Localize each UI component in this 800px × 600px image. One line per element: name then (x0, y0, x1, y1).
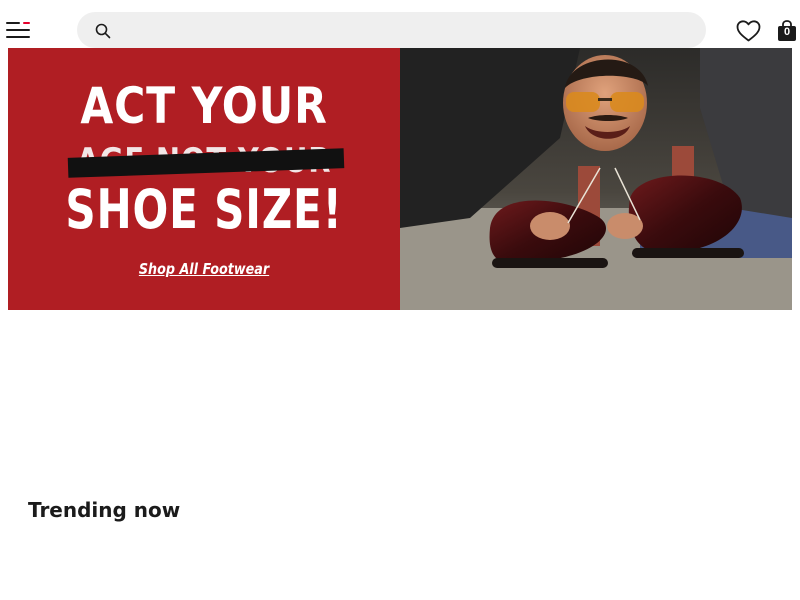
hero-banner[interactable]: ACT YOUR AGE NOT YOUR SHOE SIZE! Shop Al… (8, 48, 792, 310)
bag-button[interactable]: 0 (777, 20, 797, 42)
search-bar[interactable] (77, 12, 706, 50)
shop-all-footwear-link[interactable]: Shop All Footwear (37, 260, 370, 278)
hero-headline-line3: SHOE SIZE! (65, 178, 343, 241)
menu-line (6, 22, 20, 24)
menu-icon[interactable] (6, 18, 32, 42)
menu-line (6, 36, 30, 38)
menu-line (6, 29, 30, 31)
trending-now-heading: Trending now (28, 498, 181, 522)
menu-accent-dot (23, 22, 30, 24)
heart-icon[interactable] (736, 19, 761, 43)
cart-count-badge: 0 (783, 26, 791, 38)
hero-promo-panel: ACT YOUR AGE NOT YOUR SHOE SIZE! Shop Al… (8, 48, 400, 310)
hero-photo (400, 48, 792, 310)
search-input[interactable] (121, 12, 685, 50)
hero-photo-illustration (400, 48, 792, 310)
hero-headline-line1: ACT YOUR (80, 77, 328, 135)
search-icon[interactable] (95, 23, 111, 39)
site-header: 0 (0, 0, 800, 50)
